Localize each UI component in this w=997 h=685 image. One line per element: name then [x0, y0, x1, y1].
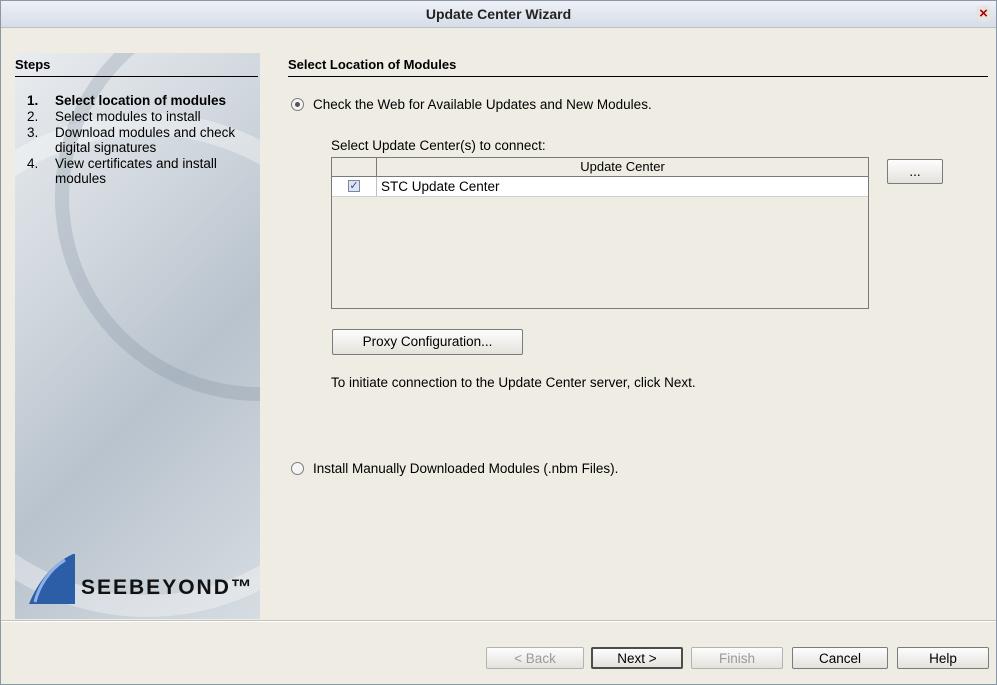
- connection-info-text: To initiate connection to the Update Cen…: [331, 375, 696, 390]
- step-label: Select location of modules: [55, 93, 227, 108]
- next-button[interactable]: Next >: [591, 647, 683, 669]
- step-number: 2.: [27, 109, 39, 124]
- browse-update-centers-button[interactable]: ...: [887, 159, 943, 184]
- select-update-center-label: Select Update Center(s) to connect:: [331, 138, 546, 153]
- window-title: Update Center Wizard: [425, 6, 572, 22]
- step-number: 3.: [27, 125, 39, 140]
- option-install-manually-label[interactable]: Install Manually Downloaded Modules (.nb…: [313, 461, 618, 476]
- cancel-button[interactable]: Cancel: [792, 647, 888, 669]
- header-checkbox-column: [332, 158, 377, 176]
- update-center-name: STC Update Center: [381, 179, 500, 194]
- column-header-update-center[interactable]: Update Center: [377, 159, 868, 174]
- step-item-1: 1. Select location of modules: [15, 93, 260, 108]
- radio-check-web[interactable]: [291, 98, 304, 111]
- back-button[interactable]: < Back: [486, 647, 584, 669]
- proxy-configuration-button[interactable]: Proxy Configuration...: [332, 329, 523, 355]
- seebeyond-logo-mark-icon: [29, 554, 75, 604]
- close-icon[interactable]: ×: [975, 5, 992, 22]
- option-check-web-label[interactable]: Check the Web for Available Updates and …: [313, 97, 652, 112]
- help-button[interactable]: Help: [897, 647, 989, 669]
- table-row[interactable]: ✓ STC Update Center: [332, 177, 868, 197]
- update-center-checkbox[interactable]: ✓: [348, 180, 360, 192]
- row-checkbox-cell: ✓: [332, 177, 377, 196]
- seebeyond-logo: SEEBEYOND™: [29, 554, 255, 604]
- step-number: 1.: [27, 93, 39, 108]
- step-label: Download modules and check digital signa…: [55, 125, 236, 155]
- step-item-4: 4. View certificates and install modules: [15, 156, 260, 186]
- table-header: Update Center: [332, 158, 868, 177]
- step-label: View certificates and install modules: [55, 156, 217, 186]
- steps-header: Steps: [15, 57, 258, 77]
- update-center-table[interactable]: Update Center ✓ STC Update Center: [331, 157, 869, 309]
- update-center-wizard-window: Update Center Wizard × Steps 1. Select lo…: [0, 0, 997, 685]
- steps-list: 1. Select location of modules 2. Select mo…: [15, 93, 260, 187]
- main-header: Select Location of Modules: [288, 57, 988, 77]
- finish-button[interactable]: Finish: [691, 647, 783, 669]
- step-label: Select modules to install: [55, 109, 201, 124]
- radio-install-manually[interactable]: [291, 462, 304, 475]
- logo-text: SEEBEYOND™: [81, 576, 254, 599]
- step-item-2: 2. Select modules to install: [15, 109, 260, 124]
- step-number: 4.: [27, 156, 39, 171]
- step-item-3: 3. Download modules and check digital sig…: [15, 125, 260, 155]
- title-bar[interactable]: Update Center Wizard ×: [1, 1, 996, 28]
- footer-separator: [1, 620, 996, 622]
